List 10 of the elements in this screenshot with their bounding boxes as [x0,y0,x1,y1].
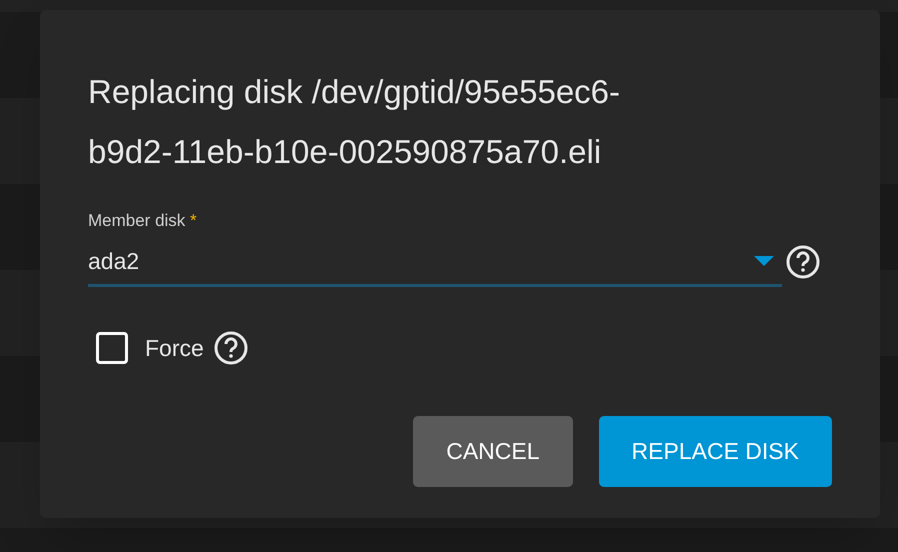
help-icon[interactable] [214,331,248,366]
dialog-title: Replacing disk /dev/gptid/95e55ec6-b9d2-11eb-b10e-002590875a70.eli [88,72,622,172]
force-checkbox[interactable] [96,332,128,364]
cancel-button[interactable]: CANCEL [413,416,573,486]
help-icon[interactable] [786,245,820,279]
checkbox-label: Force [145,334,204,363]
dropdown-caret-icon [754,256,774,266]
select-value: ada2 [88,246,140,276]
member-disk-select[interactable]: Member disk * ada2 [88,208,782,287]
field-label: Member disk * [88,210,198,232]
